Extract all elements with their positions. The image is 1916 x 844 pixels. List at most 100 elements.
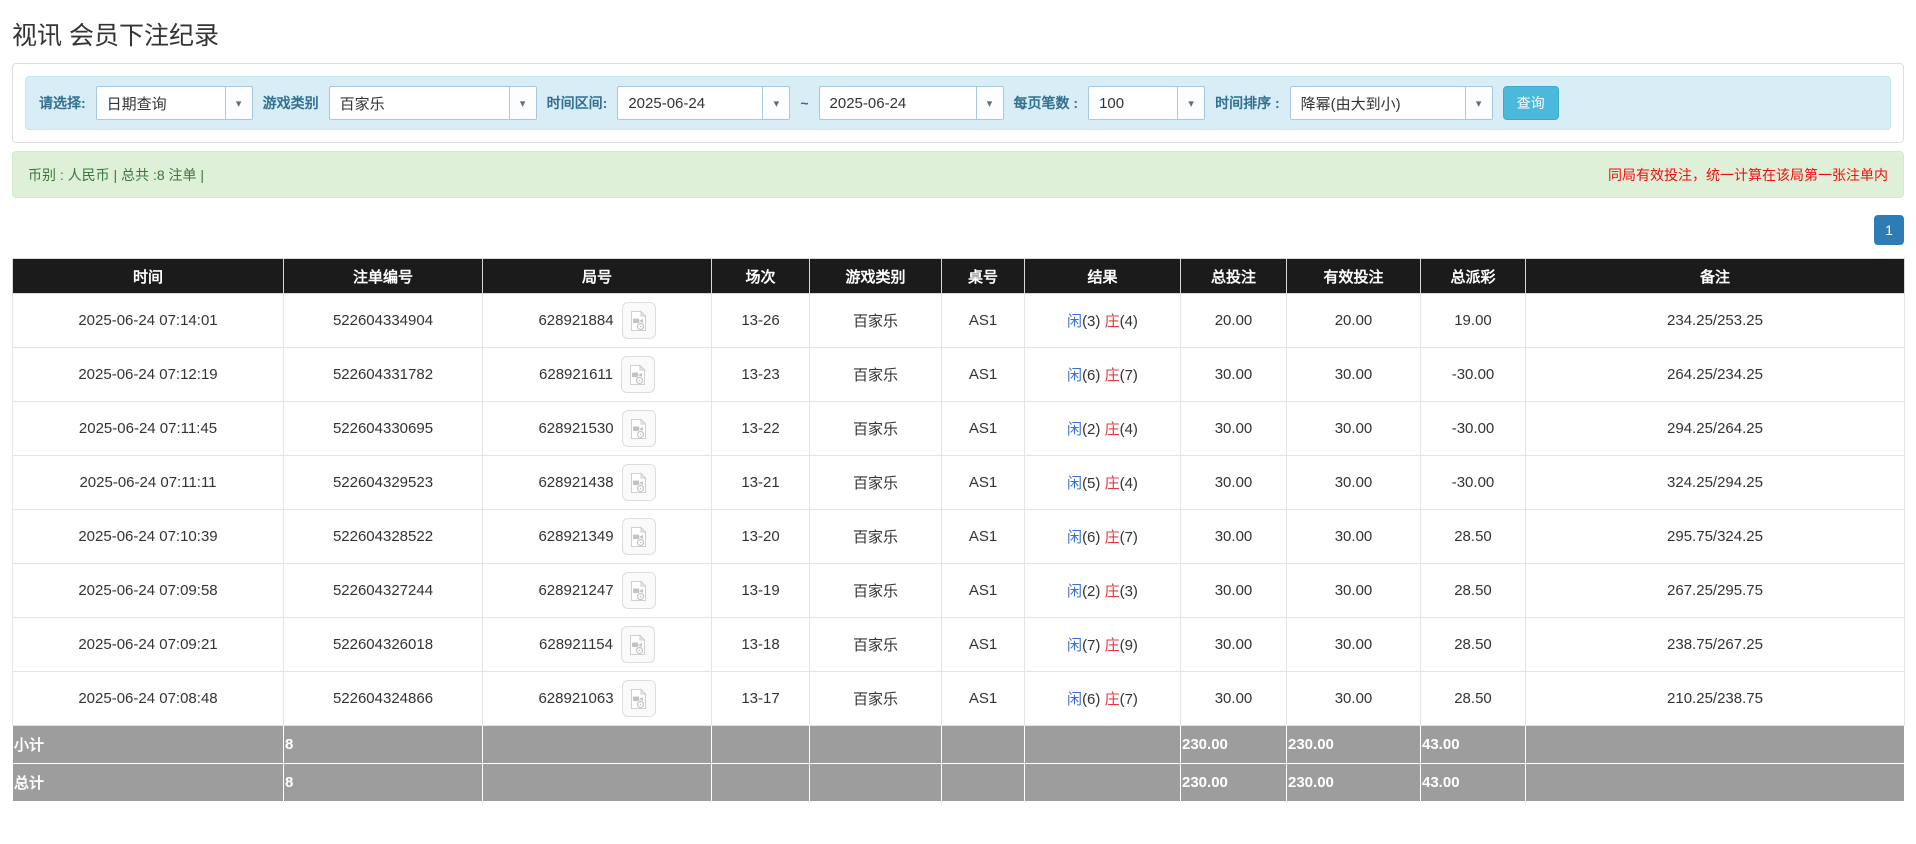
round-id-group: 628921154 bbox=[539, 626, 655, 663]
banker-result-label: 庄 bbox=[1104, 691, 1120, 708]
subtotal-row: 小计 8 230.00 230.00 43.00 bbox=[12, 725, 1905, 764]
cell-time: 2025-06-24 07:08:48 bbox=[12, 671, 284, 726]
grand-total-row-label: 总计 bbox=[12, 763, 284, 802]
filter-panel: 请选择: 日期查询 ▾ 游戏类别 百家乐 ▾ 时间区间: 2025-06-24 … bbox=[12, 63, 1904, 143]
cell-remark: 294.25/264.25 bbox=[1525, 401, 1905, 456]
chevron-down-icon[interactable]: ▾ bbox=[1177, 87, 1205, 119]
grand-total-row-empty-game bbox=[809, 763, 942, 802]
video-replay-button[interactable] bbox=[621, 572, 656, 609]
subtotal-row-label: 小计 bbox=[12, 725, 284, 764]
subtotal-row-total-bet: 230.00 bbox=[1180, 725, 1287, 764]
video-replay-button[interactable] bbox=[620, 626, 655, 663]
cell-table-no: AS1 bbox=[941, 563, 1025, 618]
video-replay-button[interactable] bbox=[621, 410, 656, 447]
table-row: 2025-06-24 07:08:48 522604324866 628921063… bbox=[12, 671, 1905, 726]
column-header-10: 备注 bbox=[1525, 258, 1905, 294]
cell-total-bet[interactable]: 30.00 bbox=[1180, 509, 1287, 564]
cell-total-bet[interactable]: 30.00 bbox=[1180, 401, 1287, 456]
search-button[interactable]: 查询 bbox=[1502, 86, 1559, 120]
query-type-label: 请选择: bbox=[39, 95, 86, 111]
banker-result-label: 庄 bbox=[1104, 637, 1120, 654]
cell-session: 13-23 bbox=[711, 347, 810, 402]
date-to-value: 2025-06-24 bbox=[829, 94, 907, 112]
banker-result-value: (4) bbox=[1119, 313, 1138, 330]
cell-time: 2025-06-24 07:09:58 bbox=[12, 563, 284, 618]
cell-valid-bet: 30.00 bbox=[1286, 563, 1421, 618]
summary-bar: 币别 : 人民币 | 总共 :8 注单 | 同局有效投注，统一计算在该局第一张注… bbox=[12, 151, 1904, 198]
page-1-button[interactable]: 1 bbox=[1874, 215, 1904, 245]
video-replay-button[interactable] bbox=[621, 680, 656, 717]
cell-total-bet[interactable]: 30.00 bbox=[1180, 455, 1287, 510]
chevron-down-icon[interactable]: ▾ bbox=[975, 87, 1003, 119]
date-to-select[interactable]: 2025-06-24 ▾ bbox=[818, 86, 1004, 120]
cell-total-bet[interactable]: 30.00 bbox=[1180, 347, 1287, 402]
cell-session: 13-18 bbox=[711, 617, 810, 672]
round-id-group: 628921611 bbox=[539, 356, 655, 393]
game-type-value: 百家乐 bbox=[339, 95, 385, 113]
cell-valid-bet: 30.00 bbox=[1286, 455, 1421, 510]
player-result-label: 闲 bbox=[1067, 529, 1083, 546]
time-sort-select[interactable]: 降幂(由大到小) ▾ bbox=[1289, 86, 1493, 120]
cell-total-bet[interactable]: 30.00 bbox=[1180, 563, 1287, 618]
cell-payout: 19.00 bbox=[1420, 293, 1526, 348]
video-file-icon bbox=[631, 471, 647, 493]
cell-remark: 267.25/295.75 bbox=[1525, 563, 1905, 618]
video-file-icon bbox=[631, 525, 647, 547]
cell-time: 2025-06-24 07:12:19 bbox=[12, 347, 284, 402]
banker-result-label: 庄 bbox=[1104, 421, 1120, 438]
chevron-down-icon[interactable]: ▾ bbox=[224, 87, 252, 119]
column-header-4: 游戏类别 bbox=[809, 258, 942, 294]
cell-table-no: AS1 bbox=[941, 347, 1025, 402]
cell-bet-id: 522604329523 bbox=[283, 455, 483, 510]
cell-remark: 210.25/238.75 bbox=[1525, 671, 1905, 726]
banker-result-value: (4) bbox=[1119, 475, 1138, 492]
video-replay-button[interactable] bbox=[621, 518, 656, 555]
chevron-down-icon[interactable]: ▾ bbox=[762, 87, 790, 119]
cell-round-id: 628921884 bbox=[482, 293, 712, 348]
video-replay-button[interactable] bbox=[621, 464, 656, 501]
grand-total-row-count: 8 bbox=[283, 763, 483, 802]
subtotal-row-empty-table bbox=[941, 725, 1025, 764]
round-id-group: 628921247 bbox=[538, 572, 656, 609]
cell-game-type: 百家乐 bbox=[809, 617, 942, 672]
round-id-group: 628921530 bbox=[538, 410, 656, 447]
column-header-6: 结果 bbox=[1024, 258, 1181, 294]
cell-session: 13-26 bbox=[711, 293, 810, 348]
player-result-value: (2) bbox=[1082, 583, 1101, 600]
query-type-select[interactable]: 日期查询 ▾ bbox=[95, 86, 253, 120]
page-size-select[interactable]: 100 ▾ bbox=[1088, 86, 1206, 120]
cell-result: 闲(2) 庄(3) bbox=[1024, 563, 1181, 618]
video-replay-button[interactable] bbox=[621, 302, 656, 339]
page-size-value: 100 bbox=[1099, 94, 1125, 112]
round-id-text: 628921349 bbox=[538, 528, 614, 545]
round-id-text: 628921063 bbox=[538, 690, 614, 707]
cell-payout: -30.00 bbox=[1420, 401, 1526, 456]
date-from-select[interactable]: 2025-06-24 ▾ bbox=[617, 86, 791, 120]
cell-total-bet[interactable]: 20.00 bbox=[1180, 293, 1287, 348]
cell-result: 闲(6) 庄(7) bbox=[1024, 347, 1181, 402]
chevron-down-icon[interactable]: ▾ bbox=[1464, 87, 1492, 119]
valid-bet-notice-text: 同局有效投注，统一计算在该局第一张注单内 bbox=[1608, 166, 1888, 183]
date-range-label: 时间区间: bbox=[546, 95, 608, 111]
cell-valid-bet: 30.00 bbox=[1286, 509, 1421, 564]
filter-bar: 请选择: 日期查询 ▾ 游戏类别 百家乐 ▾ 时间区间: 2025-06-24 … bbox=[25, 76, 1891, 130]
cell-payout: 28.50 bbox=[1420, 563, 1526, 618]
player-result-label: 闲 bbox=[1067, 637, 1083, 654]
cell-session: 13-21 bbox=[711, 455, 810, 510]
chevron-down-icon[interactable]: ▾ bbox=[508, 87, 536, 119]
player-result-value: (3) bbox=[1082, 313, 1101, 330]
banker-result-label: 庄 bbox=[1104, 313, 1120, 330]
round-id-group: 628921063 bbox=[538, 680, 656, 717]
player-result-label: 闲 bbox=[1067, 313, 1083, 330]
cell-total-bet[interactable]: 30.00 bbox=[1180, 671, 1287, 726]
header-row: 时间 注单编号 局号 场次 游戏类别 桌号 结果 总投注 有效投注 总派彩 备注 bbox=[12, 258, 1905, 294]
video-file-icon bbox=[631, 417, 647, 439]
banker-result-label: 庄 bbox=[1104, 475, 1120, 492]
player-result-label: 闲 bbox=[1067, 421, 1083, 438]
cell-game-type: 百家乐 bbox=[809, 455, 942, 510]
cell-total-bet[interactable]: 30.00 bbox=[1180, 617, 1287, 672]
column-header-2: 局号 bbox=[482, 258, 712, 294]
subtotal-row-count: 8 bbox=[283, 725, 483, 764]
game-type-select[interactable]: 百家乐 ▾ bbox=[328, 86, 537, 120]
video-replay-button[interactable] bbox=[620, 356, 655, 393]
